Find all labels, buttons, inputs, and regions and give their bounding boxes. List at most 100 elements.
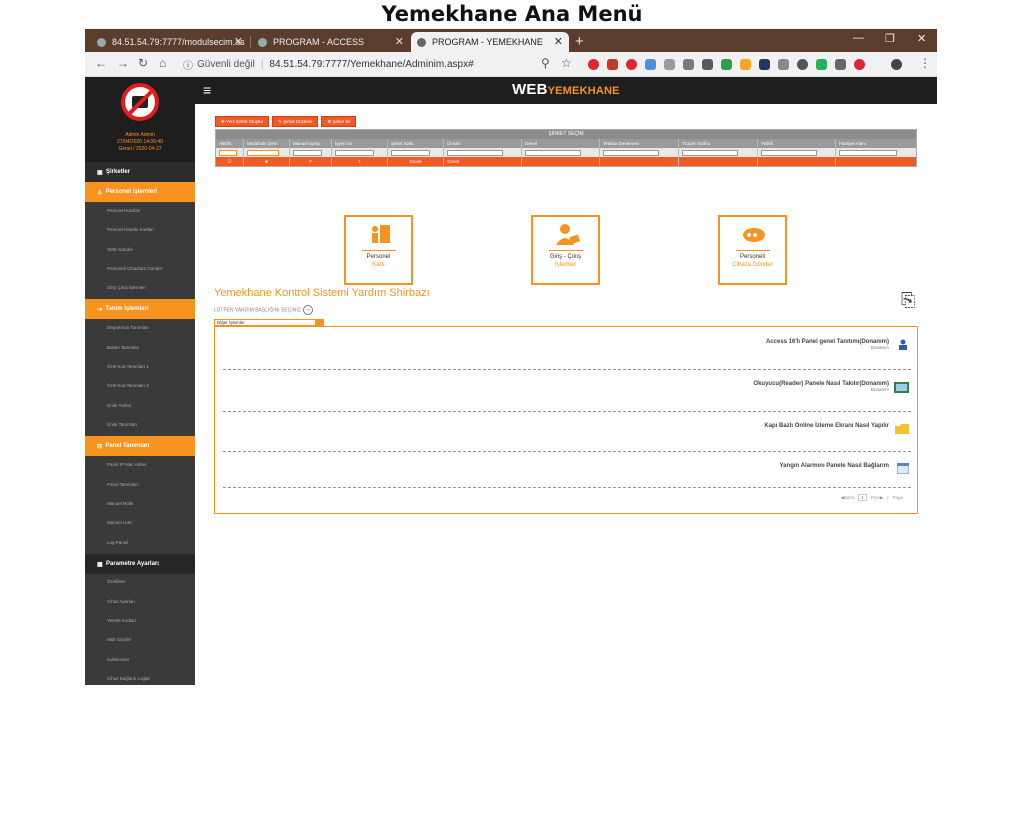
url-field[interactable]: ⓘ Güvenli değil | 84.51.54.79:7777/Yemek… — [183, 56, 603, 73]
help-item[interactable]: Kapı Bazlı Online İzleme Ekranı Nasıl Ya… — [764, 423, 889, 429]
sidebar-section-tanim[interactable]: ⇥ Tanım İşlemleri — [85, 299, 195, 319]
sidebar-item[interactable]: Manuel Rölle — [107, 501, 133, 506]
sidebar-item-sirketler[interactable]: ▣ Şirketler — [85, 162, 195, 182]
sidebar-item[interactable]: Ünite Tanımları — [107, 422, 137, 427]
edit-company-button[interactable]: ✎ Şirket Düzenle — [272, 116, 319, 127]
menu-kebab-icon[interactable]: ⋮ — [919, 56, 931, 70]
red-extension-icon[interactable] — [626, 59, 637, 70]
sidebar-item[interactable]: Panel IP Mac Adres — [107, 462, 146, 467]
blue-extension-icon[interactable] — [645, 59, 656, 70]
filter-cell[interactable] — [836, 148, 916, 157]
bookmark-star-icon[interactable]: ☆ — [561, 56, 572, 70]
sidebar-section-panel[interactable]: ⊟ Panel Tanımları — [85, 436, 195, 456]
sidebar-item[interactable]: SMS Gönder — [107, 247, 133, 252]
sidebar-item[interactable]: Giriş Çıkış İşlemleri — [107, 285, 146, 290]
filter-cell[interactable] — [758, 148, 836, 157]
filter-cell[interactable] — [522, 148, 600, 157]
grid-header-cell[interactable]: Müdahale Dem — [244, 139, 290, 148]
filter-cell[interactable] — [388, 148, 444, 157]
filter-cell[interactable] — [216, 148, 244, 157]
orange-extension-icon[interactable] — [740, 59, 751, 70]
home-icon[interactable]: ⌂ — [159, 56, 166, 70]
sidebar-item[interactable]: Cihaz Bağlantı Loglar — [107, 676, 150, 681]
restore-icon[interactable]: ❐ — [885, 32, 895, 45]
save-extension-icon[interactable] — [816, 59, 827, 70]
green-extension-icon[interactable] — [721, 59, 732, 70]
sidebar-section-parametre[interactable]: ▦ Parametre Ayarları — [85, 554, 195, 574]
sidebar-section-personel[interactable]: ♙ Personel İşlemleri — [85, 182, 195, 202]
help-item[interactable]: Access 16'lı Panel genel Tanıtımı(Donanı… — [766, 339, 889, 350]
grid-cell[interactable]: ☑ — [216, 157, 244, 166]
filter-cell[interactable] — [600, 148, 679, 157]
sidebar-item[interactable]: Personeli Cihazlara Gönder — [107, 266, 162, 271]
sidebar-item[interactable]: Panel Tanımları — [107, 482, 138, 487]
chevron-down-icon[interactable] — [315, 320, 323, 325]
grid-header-cell[interactable]: Genel — [522, 139, 600, 148]
filter-cell[interactable] — [444, 148, 522, 157]
new-tab-button[interactable]: + — [575, 33, 584, 50]
flash-extension-icon[interactable] — [854, 59, 865, 70]
sidebar-item[interactable]: Bölüm Tanımları — [107, 345, 139, 350]
chart-extension-icon[interactable] — [759, 59, 770, 70]
download-icon[interactable] — [778, 59, 789, 70]
delete-company-button[interactable]: ✖ Şirket Sil — [321, 116, 357, 127]
sidebar-item[interactable]: Özellikler — [107, 579, 126, 584]
reload-icon[interactable]: ↻ — [138, 56, 148, 70]
back-icon[interactable]: ← — [95, 56, 107, 70]
zoom-icon[interactable]: ⚲ — [541, 56, 550, 70]
sidebar-item[interactable]: Cihaz Ayarları — [107, 599, 135, 604]
sidebar-item[interactable]: Manuel Isıtıc — [107, 520, 133, 525]
grid-header-cell[interactable]: Telefax Denemesi — [600, 139, 679, 148]
giris-cikis-card[interactable]: Giriş - Çıkış İşlemler — [531, 215, 600, 285]
tab-access[interactable]: PROGRAM - ACCESS ✕ — [252, 32, 410, 52]
arrow-right-icon[interactable]: → — [302, 305, 313, 315]
sidebar-item[interactable]: Özel Kod Tanımları 2 — [107, 383, 149, 388]
grey-extension-icon[interactable] — [664, 59, 675, 70]
next-page-button[interactable]: Prev▶ — [871, 495, 884, 501]
paperclip-icon[interactable]: ⎘ — [901, 290, 915, 311]
adblock-extension-icon[interactable] — [607, 59, 618, 70]
forward-icon[interactable]: → — [117, 56, 129, 70]
close-icon[interactable]: ✕ — [554, 35, 563, 48]
grid-header-cell[interactable]: Yetkili — [758, 139, 836, 148]
page-number[interactable]: 1 — [858, 494, 867, 501]
grid-header-cell[interactable]: Faaliyet Alanı — [836, 139, 916, 148]
filter-cell[interactable] — [290, 148, 332, 157]
cloud-extension-icon[interactable] — [835, 59, 846, 70]
grid-header-cell[interactable]: Aktifm — [216, 139, 244, 148]
grid-header-cell[interactable]: Ünvan — [444, 139, 522, 148]
cihaza-gonder-card[interactable]: Personeli Cihaza Gönder — [718, 215, 787, 285]
new-company-button[interactable]: ✚ Yeni Şirket Oluştur — [215, 116, 270, 127]
close-icon[interactable]: ✕ — [395, 35, 404, 48]
sidebar-item[interactable]: Personel Kartları — [107, 208, 141, 213]
hamburger-menu-icon[interactable]: ≡ — [203, 82, 211, 98]
sidebar-item[interactable]: Ünite Türleri — [107, 403, 131, 408]
prev-page-button[interactable]: ◀Back — [841, 495, 854, 501]
grid-header-cell[interactable]: İşyeri no — [332, 139, 388, 148]
help-topic-select[interactable]: Diğer İşlemler — [214, 319, 324, 326]
sidebar-item[interactable]: Personel Modlu Kartları — [107, 227, 154, 232]
filter-cell[interactable] — [679, 148, 758, 157]
filter-cell[interactable] — [244, 148, 290, 157]
box-extension-icon[interactable] — [683, 59, 694, 70]
grid-header-cell[interactable]: Şirket kodu — [388, 139, 444, 148]
profile-avatar[interactable] — [891, 59, 902, 70]
filter-cell[interactable] — [332, 148, 388, 157]
help-item[interactable]: Yangın Alarmını Panele Nasıl Bağlarım — [780, 463, 889, 469]
tab-yemekhane[interactable]: PROGRAM - YEMEKHANE ✕ — [411, 32, 569, 52]
window-close-icon[interactable]: ✕ — [917, 32, 926, 45]
sidebar-item[interactable]: Özel Kod Tanımları 1 — [107, 364, 149, 369]
circle-extension-icon[interactable] — [797, 59, 808, 70]
close-icon[interactable]: ✕ — [234, 35, 243, 48]
grid-cell[interactable]: ■ — [244, 157, 290, 166]
personel-karti-card[interactable]: Personel Kartı — [344, 215, 413, 285]
table-row[interactable]: ☑ ■ # 1 Genel Genel — [216, 157, 916, 166]
help-item[interactable]: Okuyucu(Reader) Panele Nasıl Takılır(Don… — [753, 381, 889, 392]
sidebar-item[interactable]: Kullanıcılar — [107, 657, 129, 662]
opera-extension-icon[interactable] — [588, 59, 599, 70]
grid-header-cell[interactable]: Manuel ayraç — [290, 139, 332, 148]
sidebar-item[interactable]: Departman Tanımları — [107, 325, 149, 330]
tools-extension-icon[interactable] — [702, 59, 713, 70]
minimize-icon[interactable]: — — [853, 32, 864, 44]
tab-modulsecim[interactable]: 84.51.54.79:7777/modulsecim.as ✕ — [91, 32, 249, 52]
